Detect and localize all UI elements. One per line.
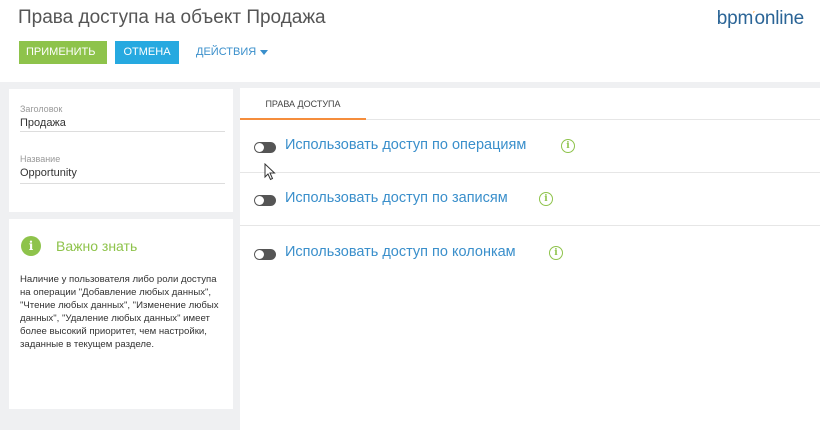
access-row-records[interactable]: Использовать доступ по записям i bbox=[254, 190, 564, 212]
page-title: Права доступа на объект Продажа bbox=[18, 7, 326, 28]
toggle-knob bbox=[255, 143, 264, 152]
columns-toggle[interactable] bbox=[254, 249, 276, 260]
info-icon[interactable]: i bbox=[539, 192, 553, 206]
name-field-value: Opportunity bbox=[20, 167, 77, 179]
toggle-knob bbox=[255, 196, 264, 205]
records-toggle[interactable] bbox=[254, 195, 276, 206]
logo-text-online: online bbox=[754, 8, 804, 29]
columns-label: Использовать доступ по колонкам bbox=[285, 244, 516, 260]
access-row-operations[interactable]: Использовать доступ по операциям i bbox=[254, 137, 584, 159]
field-divider bbox=[20, 183, 225, 184]
active-tab-indicator bbox=[240, 118, 366, 120]
caption-field-label: Заголовок bbox=[20, 104, 63, 114]
tab-label: ПРАВА ДОСТУПА bbox=[265, 99, 341, 109]
actions-dropdown[interactable]: ДЕЙСТВИЯ bbox=[196, 41, 269, 64]
records-label: Использовать доступ по записям bbox=[285, 190, 508, 206]
toggle-knob bbox=[255, 250, 264, 259]
info-text: Наличие у пользователя либо роли доступа… bbox=[20, 274, 219, 350]
page-header: Права доступа на объект Продажа bpm′onli… bbox=[0, 0, 820, 82]
object-fields-panel: Заголовок Продажа Название Opportunity bbox=[9, 89, 233, 212]
important-info-panel: i Важно знать Наличие у пользователя либ… bbox=[9, 219, 233, 409]
name-field-label: Название bbox=[20, 154, 61, 164]
actions-label: ДЕЙСТВИЯ bbox=[196, 46, 257, 58]
main-panel: ПРАВА ДОСТУПА Использовать доступ по опе… bbox=[240, 88, 820, 430]
bpmonline-logo: bpm′online bbox=[717, 8, 804, 30]
field-divider bbox=[20, 131, 225, 132]
operations-toggle[interactable] bbox=[254, 142, 276, 153]
mouse-cursor-icon bbox=[264, 163, 276, 181]
tab-access-rights[interactable]: ПРАВА ДОСТУПА bbox=[240, 99, 366, 120]
access-row-columns[interactable]: Использовать доступ по колонкам i bbox=[254, 244, 574, 266]
caret-down-icon bbox=[260, 49, 269, 55]
info-icon[interactable]: i bbox=[561, 139, 575, 153]
info-title: Важно знать bbox=[56, 238, 138, 254]
row-divider bbox=[240, 172, 820, 173]
info-icon: i bbox=[21, 236, 41, 256]
logo-text-bpm: bpm bbox=[716, 8, 754, 29]
caption-field-value: Продажа bbox=[20, 117, 66, 129]
operations-label: Использовать доступ по операциям bbox=[285, 137, 527, 153]
apply-button[interactable]: ПРИМЕНИТЬ bbox=[19, 41, 107, 64]
row-divider bbox=[240, 225, 820, 226]
cancel-button[interactable]: ОТМЕНА bbox=[115, 41, 179, 64]
info-icon[interactable]: i bbox=[549, 246, 563, 260]
